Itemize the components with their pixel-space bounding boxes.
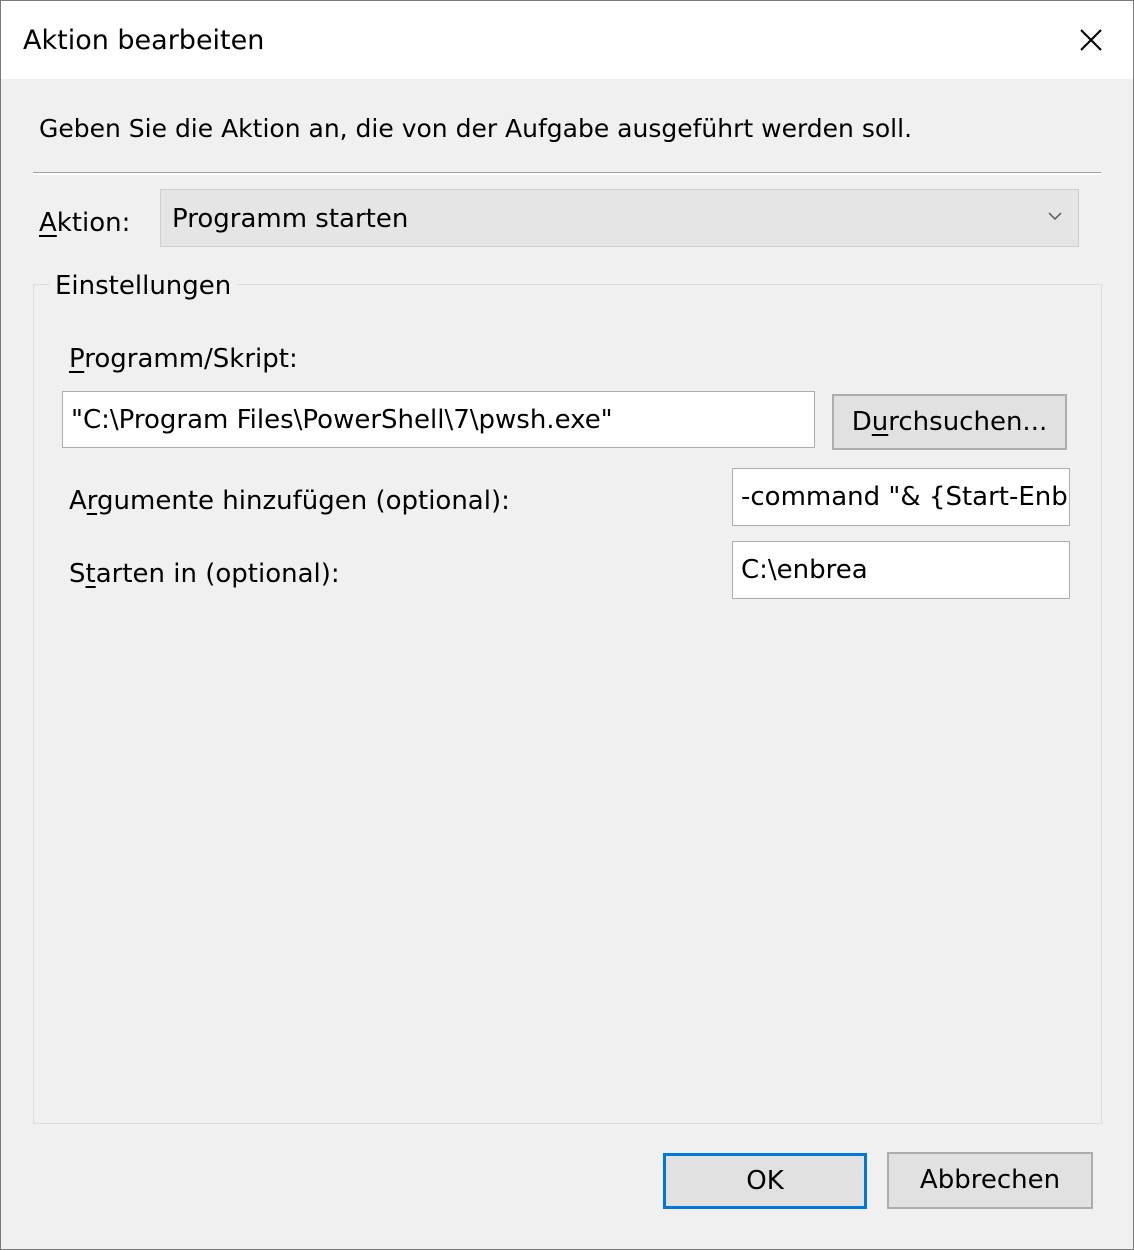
action-label-accesskey: A bbox=[39, 208, 57, 238]
arguments-label-post: gumente hinzufügen (optional): bbox=[97, 486, 510, 516]
title-bar[interactable]: Aktion bearbeiten bbox=[1, 1, 1133, 79]
start-in-value: C:\enbrea bbox=[741, 555, 868, 585]
dialog-title: Aktion bearbeiten bbox=[23, 25, 265, 56]
cancel-button[interactable]: Abbrechen bbox=[887, 1152, 1093, 1209]
browse-label-accesskey: u bbox=[871, 407, 889, 437]
browse-button[interactable]: Durchsuchen... bbox=[832, 394, 1067, 450]
action-dropdown-value: Programm starten bbox=[172, 204, 409, 234]
close-button[interactable] bbox=[1047, 1, 1133, 79]
action-label-text: ktion: bbox=[56, 208, 131, 238]
close-icon bbox=[1080, 29, 1102, 51]
program-label-accesskey: P bbox=[69, 344, 85, 374]
program-script-value: "C:\Program Files\PowerShell\7\pwsh.exe" bbox=[71, 405, 613, 435]
program-script-input[interactable]: "C:\Program Files\PowerShell\7\pwsh.exe" bbox=[62, 391, 815, 448]
action-dropdown[interactable]: Programm starten bbox=[160, 189, 1079, 247]
instruction-text: Geben Sie die Aktion an, die von der Auf… bbox=[39, 114, 913, 143]
arguments-label-pre: A bbox=[69, 486, 87, 516]
browse-label-post: rchsuchen... bbox=[888, 407, 1048, 437]
program-script-label: Programm/Skript: bbox=[69, 341, 298, 377]
separator-line bbox=[33, 172, 1101, 175]
edit-action-dialog: Aktion bearbeiten Geben Sie die Aktion a… bbox=[0, 0, 1134, 1250]
start-in-label-pre: S bbox=[69, 559, 86, 589]
start-in-label: Starten in (optional): bbox=[69, 556, 340, 592]
arguments-input[interactable]: -command "& {Start-Enbrea bbox=[732, 468, 1070, 526]
arguments-label: Argumente hinzufügen (optional): bbox=[69, 483, 510, 519]
program-label-text: rogramm/Skript: bbox=[84, 344, 298, 374]
chevron-down-icon bbox=[1048, 212, 1062, 221]
start-in-label-post: arten in (optional): bbox=[95, 559, 340, 589]
start-in-input[interactable]: C:\enbrea bbox=[732, 541, 1070, 599]
arguments-label-accesskey: r bbox=[86, 486, 98, 516]
ok-button[interactable]: OK bbox=[663, 1153, 867, 1209]
action-label: Aktion: bbox=[39, 205, 130, 241]
arguments-value: -command "& {Start-Enbrea bbox=[741, 482, 1069, 512]
start-in-label-accesskey: t bbox=[85, 559, 96, 589]
settings-legend: Einstellungen bbox=[49, 268, 238, 304]
browse-label-pre: D bbox=[851, 407, 872, 437]
